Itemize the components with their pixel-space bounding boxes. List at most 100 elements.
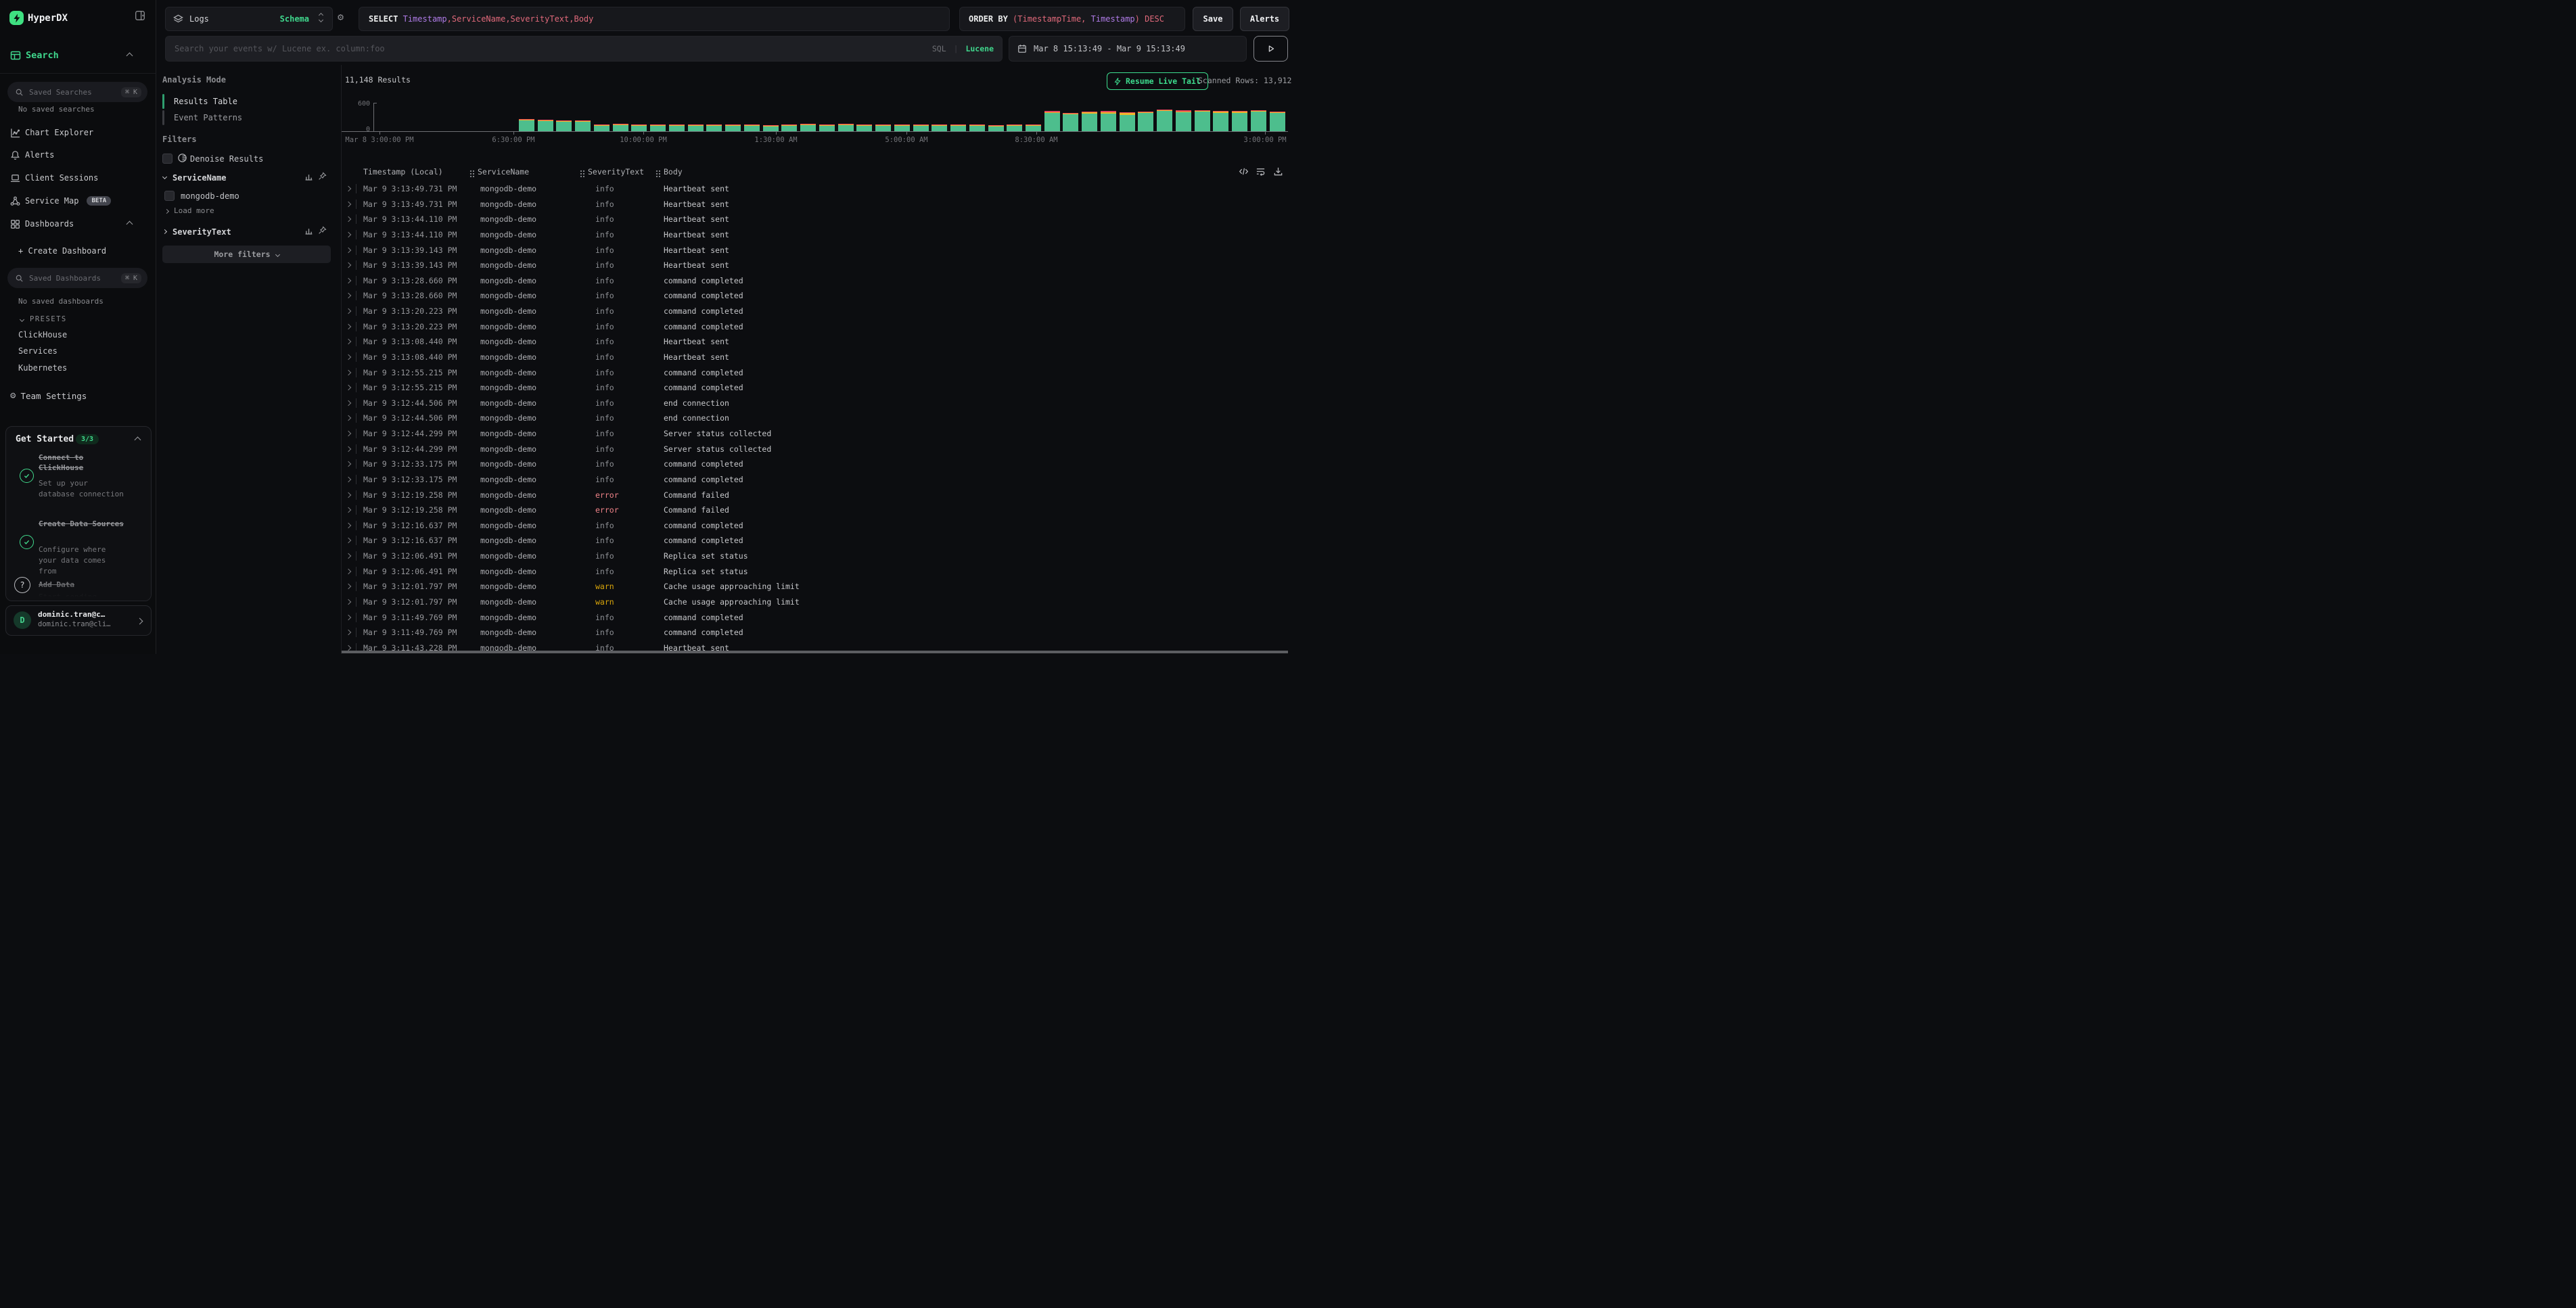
- table-row[interactable]: Mar 9 3:13:39.143 PMmongodb-demoinfoHear…: [342, 243, 1288, 258]
- chevron-right-icon[interactable]: [162, 229, 167, 234]
- table-row[interactable]: Mar 9 3:12:01.797 PMmongodb-demowarnCach…: [342, 594, 1288, 609]
- table-row[interactable]: Mar 9 3:13:28.660 PMmongodb-demoinfocomm…: [342, 288, 1288, 303]
- histogram-bar[interactable]: [706, 124, 722, 131]
- histogram-bar[interactable]: [688, 124, 704, 131]
- table-row[interactable]: Mar 9 3:12:55.215 PMmongodb-demoinfocomm…: [342, 380, 1288, 395]
- row-expand-chevron-icon[interactable]: [346, 538, 351, 543]
- histogram-bar[interactable]: [875, 124, 891, 131]
- saved-searches-input[interactable]: Saved Searches ⌘ K: [7, 82, 147, 102]
- row-expand-chevron-icon[interactable]: [346, 415, 351, 421]
- preset-kubernetes[interactable]: Kubernetes: [18, 363, 67, 373]
- row-expand-chevron-icon[interactable]: [346, 446, 351, 451]
- table-row[interactable]: Mar 9 3:12:44.506 PMmongodb-demoinfoend …: [342, 411, 1288, 425]
- resume-live-tail-button[interactable]: Resume Live Tail: [1107, 72, 1208, 90]
- table-row[interactable]: Mar 9 3:13:44.110 PMmongodb-demoinfoHear…: [342, 227, 1288, 242]
- row-expand-chevron-icon[interactable]: [346, 553, 351, 559]
- create-dashboard-button[interactable]: + Create Dashboard: [18, 246, 106, 256]
- more-filters-button[interactable]: More filters: [162, 246, 331, 263]
- chevron-down-icon[interactable]: [162, 174, 167, 179]
- histogram-bar[interactable]: [744, 124, 760, 131]
- horizontal-scrollbar[interactable]: [342, 651, 1288, 653]
- sidebar-item-dashboards[interactable]: Dashboards: [0, 216, 156, 232]
- column-header-servicename[interactable]: ServiceName: [478, 167, 529, 177]
- histogram-bar[interactable]: [1007, 124, 1022, 131]
- row-expand-chevron-icon[interactable]: [346, 492, 351, 497]
- row-expand-chevron-icon[interactable]: [346, 400, 351, 406]
- table-row[interactable]: Mar 9 3:11:49.769 PMmongodb-demoinfocomm…: [342, 610, 1288, 625]
- histogram-bar[interactable]: [575, 120, 591, 131]
- histogram-bar[interactable]: [650, 124, 666, 131]
- chart-toggle-icon[interactable]: [304, 227, 313, 235]
- histogram-bar[interactable]: [631, 124, 647, 131]
- histogram-bar[interactable]: [1270, 112, 1285, 131]
- histogram-bar[interactable]: [856, 124, 872, 131]
- sidebar-item-team-settings[interactable]: ⚙ Team Settings: [0, 388, 156, 404]
- denoise-label[interactable]: Denoise Results: [190, 154, 263, 164]
- mode-results-table[interactable]: Results Table: [174, 97, 237, 106]
- row-expand-chevron-icon[interactable]: [346, 630, 351, 635]
- row-expand-chevron-icon[interactable]: [346, 645, 351, 651]
- row-expand-chevron-icon[interactable]: [346, 293, 351, 298]
- column-drag-handle-icon[interactable]: [655, 169, 660, 177]
- histogram-bar[interactable]: [894, 124, 910, 131]
- histogram-bar[interactable]: [1063, 113, 1078, 131]
- table-row[interactable]: Mar 9 3:12:01.797 PMmongodb-demowarnCach…: [342, 579, 1288, 594]
- row-expand-chevron-icon[interactable]: [346, 278, 351, 283]
- histogram-bar[interactable]: [988, 125, 1004, 131]
- table-row[interactable]: Mar 9 3:13:08.440 PMmongodb-demoinfoHear…: [342, 334, 1288, 349]
- pin-icon[interactable]: [318, 172, 327, 181]
- table-row[interactable]: Mar 9 3:11:43.228 PMmongodb-demoinfoHear…: [342, 640, 1288, 651]
- histogram-bar[interactable]: [1044, 111, 1060, 131]
- table-row[interactable]: Mar 9 3:13:28.660 PMmongodb-demoinfocomm…: [342, 273, 1288, 288]
- table-row[interactable]: Mar 9 3:12:44.299 PMmongodb-demoinfoServ…: [342, 426, 1288, 441]
- histogram-bar[interactable]: [1101, 111, 1116, 131]
- histogram-bar[interactable]: [725, 124, 741, 131]
- filter-group-severitytext[interactable]: SeverityText: [172, 227, 231, 237]
- row-expand-chevron-icon[interactable]: [346, 369, 351, 375]
- table-row[interactable]: Mar 9 3:12:19.258 PMmongodb-demoerrorCom…: [342, 503, 1288, 517]
- table-row[interactable]: Mar 9 3:13:49.731 PMmongodb-demoinfoHear…: [342, 181, 1288, 196]
- table-row[interactable]: Mar 9 3:12:06.491 PMmongodb-demoinfoRepl…: [342, 548, 1288, 563]
- row-expand-chevron-icon[interactable]: [346, 201, 351, 206]
- table-row[interactable]: Mar 9 3:13:44.110 PMmongodb-demoinfoHear…: [342, 212, 1288, 227]
- source-select[interactable]: Logs Schema: [165, 7, 333, 31]
- preset-clickhouse[interactable]: ClickHouse: [18, 330, 67, 340]
- row-expand-chevron-icon[interactable]: [346, 186, 351, 191]
- row-expand-chevron-icon[interactable]: [346, 523, 351, 528]
- row-expand-chevron-icon[interactable]: [346, 477, 351, 482]
- row-expand-chevron-icon[interactable]: [346, 354, 351, 360]
- servicename-option-label[interactable]: mongodb-demo: [181, 191, 239, 201]
- table-row[interactable]: Mar 9 3:12:16.637 PMmongodb-demoinfocomm…: [342, 518, 1288, 533]
- get-started-item-title[interactable]: Create Data Sources: [39, 519, 125, 529]
- histogram-bar[interactable]: [556, 120, 572, 131]
- help-question-icon[interactable]: ?: [14, 577, 30, 593]
- servicename-option-checkbox[interactable]: [164, 191, 175, 201]
- sidebar-item-service-map[interactable]: Service Map BETA: [0, 193, 156, 209]
- collapse-sidebar-icon[interactable]: [135, 10, 145, 21]
- row-expand-chevron-icon[interactable]: [346, 584, 351, 589]
- table-row[interactable]: Mar 9 3:12:44.506 PMmongodb-demoinfoend …: [342, 396, 1288, 411]
- table-row[interactable]: Mar 9 3:12:33.175 PMmongodb-demoinfocomm…: [342, 457, 1288, 471]
- table-row[interactable]: Mar 9 3:12:33.175 PMmongodb-demoinfocomm…: [342, 472, 1288, 487]
- histogram-bar[interactable]: [538, 120, 553, 131]
- pin-icon[interactable]: [318, 226, 327, 235]
- histogram-bar[interactable]: [1120, 112, 1135, 131]
- load-more-button[interactable]: Load more: [174, 206, 214, 215]
- row-expand-chevron-icon[interactable]: [346, 599, 351, 605]
- histogram-bar[interactable]: [932, 124, 947, 131]
- table-row[interactable]: Mar 9 3:12:55.215 PMmongodb-demoinfocomm…: [342, 365, 1288, 380]
- mode-event-patterns[interactable]: Event Patterns: [174, 113, 242, 122]
- table-row[interactable]: Mar 9 3:13:49.731 PMmongodb-demoinfoHear…: [342, 197, 1288, 212]
- chevron-up-icon[interactable]: [127, 220, 133, 227]
- histogram-bar[interactable]: [1176, 110, 1191, 131]
- sidebar-item-search[interactable]: Search: [0, 47, 156, 64]
- histogram-bar[interactable]: [669, 124, 685, 131]
- histogram-bar[interactable]: [594, 124, 610, 131]
- histogram-bar[interactable]: [781, 124, 797, 131]
- histogram-bar[interactable]: [819, 124, 835, 131]
- table-row[interactable]: Mar 9 3:13:20.223 PMmongodb-demoinfocomm…: [342, 304, 1288, 319]
- histogram-bar[interactable]: [838, 124, 854, 131]
- denoise-checkbox[interactable]: [162, 154, 172, 164]
- row-expand-chevron-icon[interactable]: [346, 507, 351, 513]
- user-card[interactable]: D dominic.tran@c… dominic.tran@cli…: [5, 605, 152, 636]
